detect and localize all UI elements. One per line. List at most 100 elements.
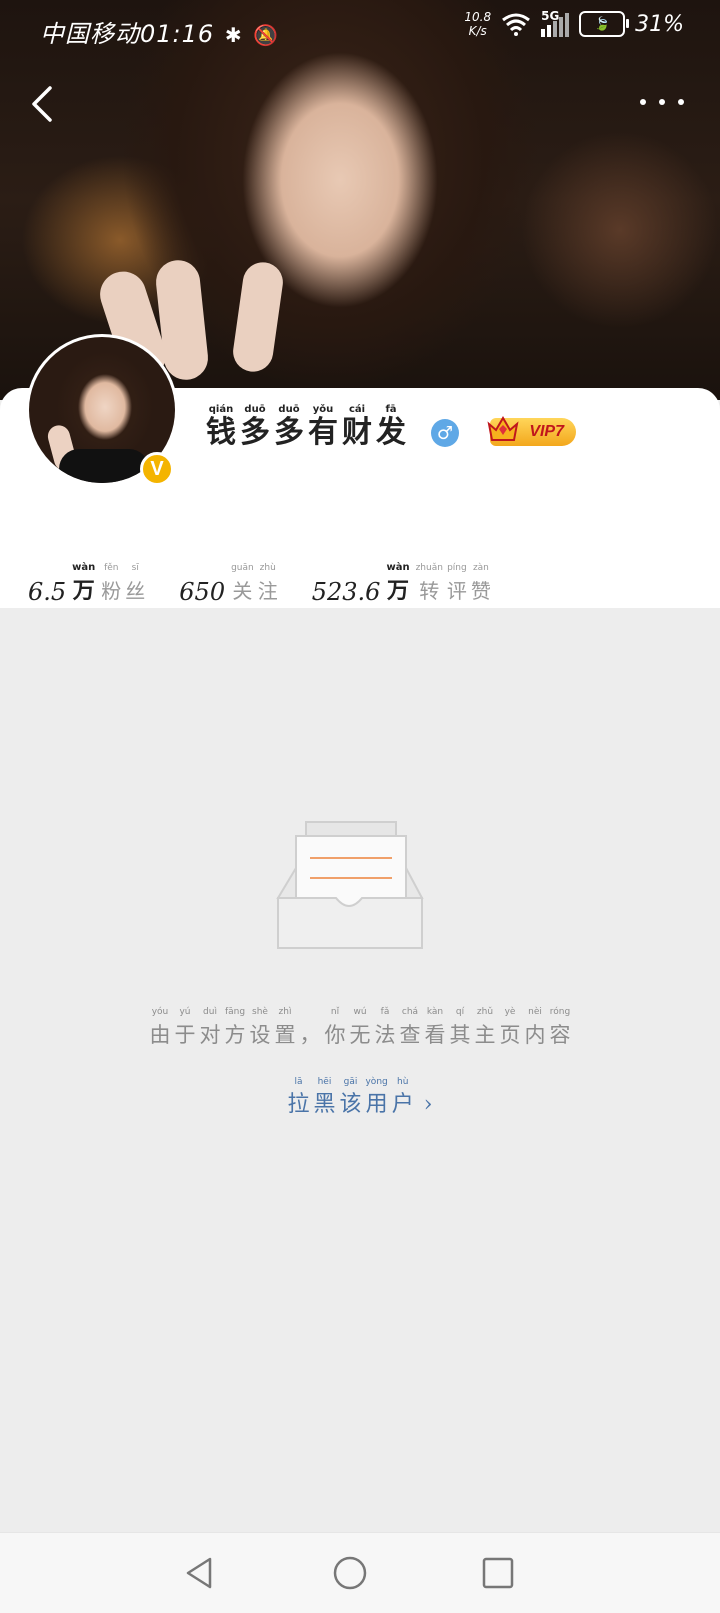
stat-label: guān 关 zhù 注 xyxy=(231,562,278,608)
username-char: duō 多 xyxy=(240,404,270,450)
stat-item[interactable]: 523.6 wàn 万 zhuǎn 转 píng 评 zàn 赞 xyxy=(312,562,491,608)
hanzi: 对 xyxy=(199,1023,221,1047)
pinyin: sī xyxy=(131,563,139,573)
system-navigation-bar xyxy=(0,1532,720,1613)
pinyin: fāng xyxy=(224,1007,246,1017)
network-speed: 10.8 K/s xyxy=(464,10,492,38)
hanzi: 发 xyxy=(376,415,406,450)
block-link-char: yòng 用 xyxy=(365,1076,387,1122)
wifi-icon xyxy=(502,13,531,36)
username-char: duō 多 xyxy=(274,404,304,450)
pinyin: kàn xyxy=(426,1007,444,1017)
nav-recents-icon[interactable] xyxy=(480,1555,516,1591)
more-dots-icon xyxy=(640,99,646,105)
hanzi: 法 xyxy=(374,1023,396,1047)
stat-value: 523.6 xyxy=(311,578,381,606)
hanzi: 评 xyxy=(446,579,467,603)
pinyin: yóu xyxy=(151,1007,169,1017)
pinyin: zàn xyxy=(472,563,489,573)
hanzi: 方 xyxy=(224,1023,246,1047)
more-options-button[interactable] xyxy=(640,90,684,114)
block-link-char: lā 拉 xyxy=(287,1076,309,1122)
hanzi: 黑 xyxy=(313,1092,336,1117)
nav-home-icon[interactable] xyxy=(332,1555,368,1591)
cellular-signal-icon: 5G xyxy=(541,9,570,37)
hanzi: 查 xyxy=(399,1023,421,1047)
message-char: zhǔ 主 xyxy=(475,1006,496,1052)
pinyin: yòng xyxy=(365,1077,388,1087)
message-char: yè 页 xyxy=(500,1006,521,1052)
block-user-link[interactable]: lā 拉 hēi 黑 gāi 该 yòng 用 hù 户 › xyxy=(0,1076,720,1122)
hanzi: 用 xyxy=(365,1092,388,1117)
battery-percent: 31% xyxy=(635,11,684,37)
pinyin: nèi xyxy=(528,1007,542,1017)
message-char: ， xyxy=(300,1006,321,1052)
message-char: shè 设 xyxy=(250,1006,271,1052)
pinyin: qí xyxy=(455,1007,465,1017)
username-char: cái 财 xyxy=(342,404,372,450)
bluetooth-icon: ✱ xyxy=(224,23,243,47)
message-char: nèi 内 xyxy=(525,1006,546,1052)
verified-badge-icon: V xyxy=(140,452,174,486)
pinyin: chá xyxy=(401,1007,419,1017)
hanzi: 赞 xyxy=(470,579,491,603)
stat-label-char: guān 关 xyxy=(231,562,254,608)
pinyin: zhǔ xyxy=(476,1007,494,1017)
hanzi: 多 xyxy=(240,415,270,450)
pinyin: wú xyxy=(353,1007,367,1017)
stat-label-char: píng 评 xyxy=(447,562,467,608)
block-link-char: hù 户 xyxy=(392,1076,414,1122)
hanzi: 内 xyxy=(524,1023,546,1047)
pinyin: fǎ xyxy=(380,1007,390,1017)
stat-label-char: zàn 赞 xyxy=(471,562,491,608)
username-char: fā 发 xyxy=(376,404,406,450)
message-char: kàn 看 xyxy=(425,1006,446,1052)
message-char: qí 其 xyxy=(450,1006,471,1052)
stat-unit: wàn 万 xyxy=(386,562,409,608)
stat-label: fěn 粉 sī 丝 xyxy=(101,562,145,608)
pinyin: píng xyxy=(447,563,467,573)
pinyin: gāi xyxy=(343,1077,358,1087)
pinyin: nǐ xyxy=(330,1007,340,1017)
hanzi: 该 xyxy=(339,1092,362,1117)
hanzi: 关 xyxy=(232,579,253,603)
hanzi: 财 xyxy=(342,415,372,450)
message-char: yú 于 xyxy=(175,1006,196,1052)
stat-item[interactable]: 6.5 wàn 万 fěn 粉 sī 丝 xyxy=(28,562,145,608)
pinyin: zhì xyxy=(278,1007,292,1017)
profile-stats: 6.5 wàn 万 fěn 粉 sī 丝 650 guān 关 zhù 注 523.6 wàn 万 zhuǎn… xyxy=(28,562,491,608)
crown-icon xyxy=(487,416,519,441)
stat-value: 6.5 xyxy=(28,578,67,606)
hanzi: 于 xyxy=(174,1023,196,1047)
pinyin: wàn xyxy=(386,562,410,573)
hanzi: 拉 xyxy=(287,1092,310,1117)
stat-unit: wàn 万 xyxy=(72,562,95,608)
hanzi: 钱 xyxy=(206,415,236,450)
message-char: yóu 由 xyxy=(150,1006,171,1052)
chevron-right-icon: › xyxy=(423,1092,433,1117)
back-button[interactable] xyxy=(24,84,64,124)
hanzi: 户 xyxy=(391,1092,414,1117)
pinyin: wàn xyxy=(72,562,96,573)
stat-item[interactable]: 650 guān 关 zhù 注 xyxy=(179,562,277,608)
empty-inbox-icon xyxy=(276,821,424,949)
nav-back-icon[interactable] xyxy=(182,1555,218,1591)
hanzi: 主 xyxy=(474,1023,496,1047)
hanzi: 多 xyxy=(274,415,304,450)
message-char: róng 容 xyxy=(550,1006,571,1052)
hanzi: 无 xyxy=(349,1023,371,1047)
message-char: zhì 置 xyxy=(275,1006,296,1052)
hanzi: 粉 xyxy=(101,579,122,603)
hanzi: ， xyxy=(299,1023,321,1047)
message-char: fāng 方 xyxy=(225,1006,246,1052)
block-link-char: gāi 该 xyxy=(339,1076,361,1122)
username-char: qián 钱 xyxy=(206,404,236,450)
message-char: nǐ 你 xyxy=(325,1006,346,1052)
username: qián 钱 duō 多 duō 多 yǒu 有 cái 财 fā 发 xyxy=(206,404,406,450)
hanzi: 注 xyxy=(257,579,278,603)
vip-badge[interactable]: VIP7 xyxy=(487,416,576,446)
hanzi: 丝 xyxy=(125,579,146,603)
hanzi: 转 xyxy=(419,579,440,603)
message-char: chá 查 xyxy=(400,1006,421,1052)
pinyin: hēi xyxy=(317,1077,332,1087)
